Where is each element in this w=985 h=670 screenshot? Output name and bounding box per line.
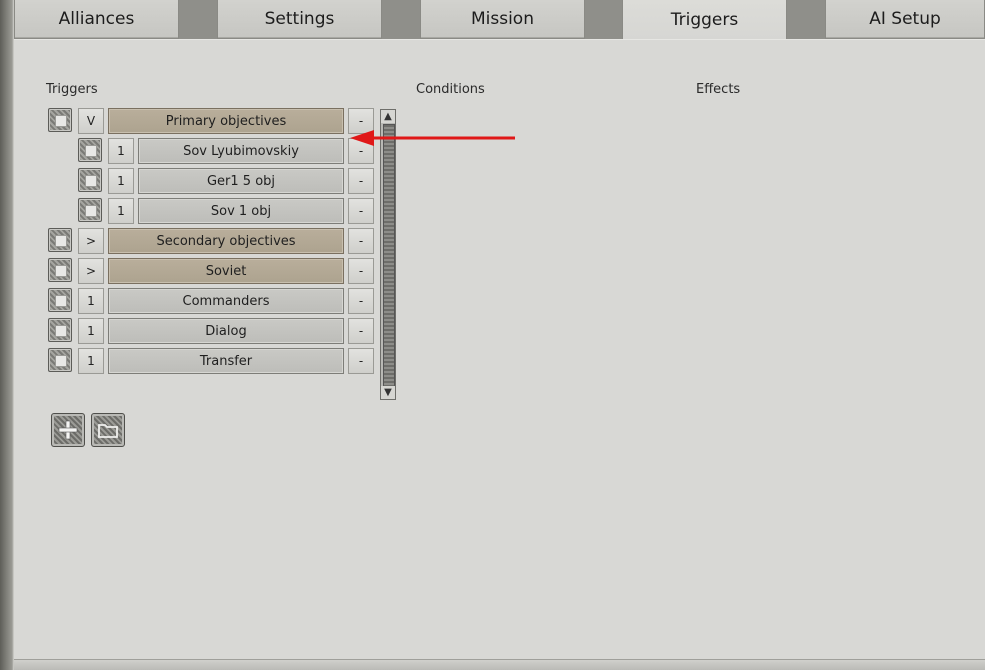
tab-label: Mission: [470, 9, 534, 29]
remove-trigger-button[interactable]: -: [348, 228, 374, 254]
tab-bar: Alliances Settings Mission Triggers AI S…: [14, 0, 985, 40]
trigger-row: 1 Sov Lyubimovskiy -: [0, 138, 380, 164]
remove-trigger-button[interactable]: -: [348, 198, 374, 224]
scroll-up-icon[interactable]: ▲: [381, 110, 395, 123]
folder-expand-toggle[interactable]: V: [78, 108, 104, 134]
trigger-enable-checkbox[interactable]: [48, 348, 72, 372]
remove-trigger-button[interactable]: -: [348, 318, 374, 344]
trigger-enable-checkbox[interactable]: [48, 228, 72, 252]
bottom-strip: [14, 659, 985, 670]
trigger-repeat-count[interactable]: 1: [78, 348, 104, 374]
trigger-row: 1 Commanders -: [0, 288, 380, 314]
triggers-heading: Triggers: [46, 82, 98, 97]
trigger-repeat-count[interactable]: 1: [108, 198, 134, 224]
trigger-name-button[interactable]: Dialog: [108, 318, 344, 344]
trigger-enable-checkbox[interactable]: [48, 318, 72, 342]
tab-ai-setup[interactable]: AI Setup: [825, 0, 985, 39]
trigger-repeat-count[interactable]: 1: [108, 138, 134, 164]
trigger-repeat-count[interactable]: 1: [78, 318, 104, 344]
tab-label: AI Setup: [869, 9, 941, 29]
trigger-enable-checkbox[interactable]: [48, 108, 72, 132]
trigger-list-scrollbar[interactable]: ▲ ▼: [380, 109, 396, 400]
trigger-name-button[interactable]: Ger1 5 obj: [138, 168, 344, 194]
remove-trigger-button[interactable]: -: [348, 348, 374, 374]
tab-label: Settings: [264, 9, 335, 29]
trigger-name-button[interactable]: Commanders: [108, 288, 344, 314]
add-folder-button[interactable]: [91, 413, 125, 447]
trigger-enable-checkbox[interactable]: [48, 288, 72, 312]
trigger-row: V Primary objectives -: [0, 108, 380, 134]
trigger-row: 1 Ger1 5 obj -: [0, 168, 380, 194]
remove-trigger-button[interactable]: -: [348, 258, 374, 284]
trigger-enable-checkbox[interactable]: [78, 198, 102, 222]
trigger-row: > Secondary objectives -: [0, 228, 380, 254]
trigger-name-button[interactable]: Transfer: [108, 348, 344, 374]
remove-trigger-button[interactable]: -: [348, 288, 374, 314]
tab-alliances[interactable]: Alliances: [14, 0, 179, 39]
tab-label: Triggers: [670, 10, 739, 30]
plus-icon: [58, 420, 78, 440]
trigger-row: 1 Dialog -: [0, 318, 380, 344]
effects-heading: Effects: [696, 82, 741, 97]
scrollbar-thumb[interactable]: [383, 124, 395, 388]
trigger-enable-checkbox[interactable]: [78, 138, 102, 162]
remove-trigger-button[interactable]: -: [348, 168, 374, 194]
trigger-folder-button[interactable]: Primary objectives: [108, 108, 344, 134]
trigger-repeat-count[interactable]: 1: [108, 168, 134, 194]
add-trigger-button[interactable]: [51, 413, 85, 447]
tab-mission[interactable]: Mission: [420, 0, 585, 39]
folder-expand-toggle[interactable]: >: [78, 228, 104, 254]
trigger-row: > Soviet -: [0, 258, 380, 284]
trigger-row: 1 Sov 1 obj -: [0, 198, 380, 224]
trigger-enable-checkbox[interactable]: [48, 258, 72, 282]
folder-expand-toggle[interactable]: >: [78, 258, 104, 284]
trigger-repeat-count[interactable]: 1: [78, 288, 104, 314]
conditions-heading: Conditions: [416, 82, 485, 97]
trigger-enable-checkbox[interactable]: [78, 168, 102, 192]
folder-icon: [98, 424, 118, 438]
trigger-folder-button[interactable]: Soviet: [108, 258, 344, 284]
tab-settings[interactable]: Settings: [217, 0, 382, 39]
tab-label: Alliances: [58, 9, 135, 29]
scroll-down-icon[interactable]: ▼: [381, 386, 395, 399]
tab-triggers[interactable]: Triggers: [622, 0, 787, 40]
trigger-name-button[interactable]: Sov Lyubimovskiy: [138, 138, 344, 164]
trigger-row: 1 Transfer -: [0, 348, 380, 374]
trigger-folder-button[interactable]: Secondary objectives: [108, 228, 344, 254]
red-arrow-icon: [350, 130, 515, 146]
trigger-name-button[interactable]: Sov 1 obj: [138, 198, 344, 224]
